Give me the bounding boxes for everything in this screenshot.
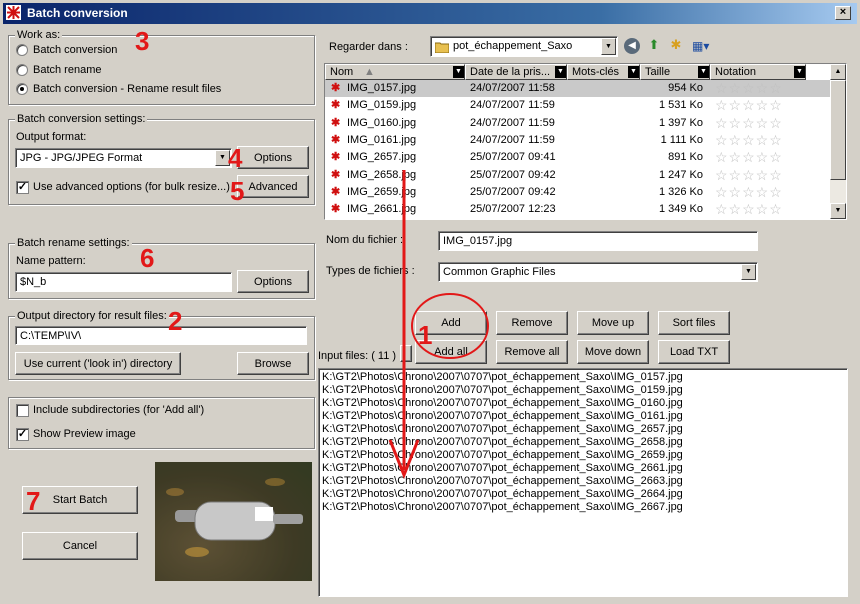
annotation-number-6: 6 — [140, 243, 155, 273]
annotation-number-3: 3 — [135, 26, 150, 56]
annotation-overlay — [388, 170, 489, 480]
annotation-number-1: 1 — [418, 320, 433, 350]
annotation-number-2: 2 — [168, 306, 183, 336]
annotation-number-4: 4 — [228, 143, 243, 173]
annotation-number-5: 5 — [230, 176, 245, 206]
annotation-number-7: 7 — [26, 486, 41, 516]
